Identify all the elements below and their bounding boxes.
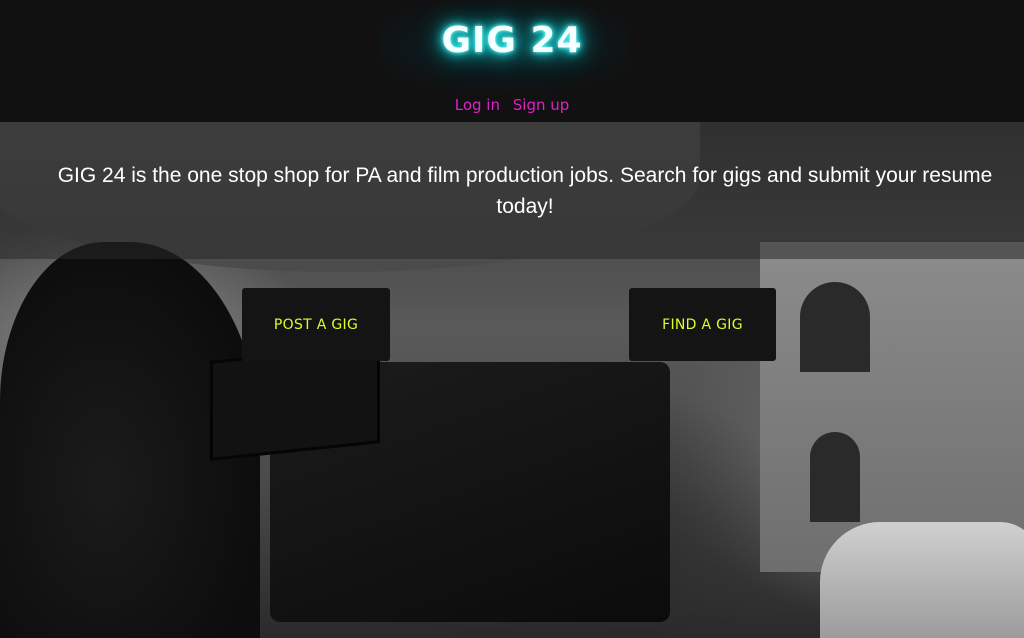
find-gig-button[interactable]: FIND A GIG <box>629 288 776 361</box>
building-window <box>810 432 860 522</box>
post-gig-button[interactable]: POST A GIG <box>242 288 390 361</box>
building-window <box>800 282 870 372</box>
auth-nav: Log in Sign up <box>0 96 1024 114</box>
background-car <box>820 522 1024 638</box>
site-header: GIG 24 Log in Sign up <box>0 0 1024 122</box>
login-link[interactable]: Log in <box>455 96 500 114</box>
hero-section: GIG 24 is the one stop shop for PA and f… <box>0 122 1024 638</box>
site-logo[interactable]: GIG 24 <box>0 20 1024 61</box>
signup-link[interactable]: Sign up <box>513 96 570 114</box>
hero-tagline: GIG 24 is the one stop shop for PA and f… <box>57 164 993 218</box>
tagline-band: GIG 24 is the one stop shop for PA and f… <box>0 122 1024 259</box>
